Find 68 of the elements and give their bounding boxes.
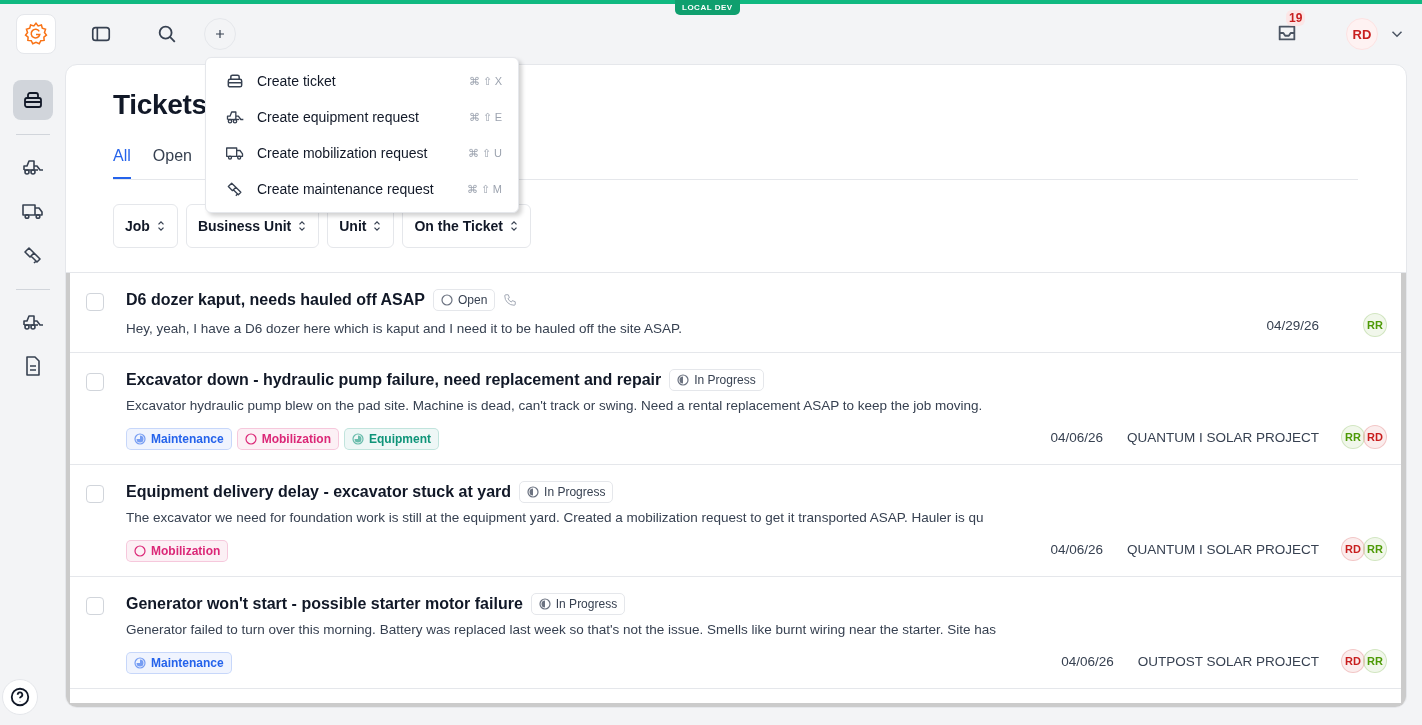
- half-circle-icon: [527, 486, 540, 498]
- keyboard-shortcut: ⌘ ⇧ X: [468, 74, 502, 88]
- environment-badge: LOCAL DEV: [675, 0, 740, 15]
- ticket-date: 04/29/26: [1266, 317, 1319, 333]
- sort-arrows-icon: [508, 219, 519, 233]
- status-badge: In Progress: [530, 593, 626, 615]
- sort-arrows-icon: [297, 219, 308, 233]
- checkbox[interactable]: [86, 597, 104, 615]
- menu-item[interactable]: Create mobilization request ⌘ ⇧ U: [206, 135, 518, 171]
- keyboard-shortcut: ⌘ ⇧ E: [468, 110, 502, 124]
- menu-item[interactable]: Create equipment request ⌘ ⇧ E: [206, 99, 518, 135]
- status-badge: Open: [433, 289, 496, 311]
- status-badge: In Progress: [669, 369, 764, 391]
- ticket-date: 04/06/26: [1050, 429, 1103, 445]
- ticket-title[interactable]: Equipment delivery delay - excavator stuck at yard: [126, 483, 512, 501]
- sort-arrows-icon: [155, 219, 166, 233]
- keyboard-shortcut: ⌘ ⇧ U: [467, 146, 502, 160]
- ticket-title[interactable]: Excavator down - hydraulic pump failure, need replacement and repair: [126, 371, 662, 389]
- ticket-date: 04/06/26: [1050, 541, 1103, 557]
- ticket-date: 04/06/26: [1061, 653, 1114, 669]
- category-tag: Mobilization: [126, 540, 229, 562]
- empty-circle-icon: [441, 294, 453, 306]
- circle-icon: [134, 545, 146, 557]
- help-button[interactable]: [1, 679, 38, 715]
- assignee-avatar: RR: [1341, 425, 1365, 449]
- pie-icon: [352, 433, 364, 445]
- question-mark-icon: [8, 686, 31, 708]
- menu-item[interactable]: Create ticket ⌘ ⇧ X: [206, 63, 518, 99]
- half-circle-icon: [538, 598, 551, 610]
- assignee-avatar: RR: [1363, 537, 1387, 561]
- user-avatar[interactable]: RD: [1346, 18, 1378, 50]
- assignee-avatar: RD: [1341, 649, 1365, 673]
- notification-count: 19: [1286, 10, 1306, 26]
- checkbox[interactable]: [86, 293, 104, 311]
- category-tag: Mobilization: [236, 428, 339, 450]
- tab[interactable]: All: [113, 139, 131, 179]
- tray-icon: [225, 71, 245, 91]
- project-name: OUTPOST SOLAR PROJECT: [1137, 653, 1319, 669]
- pie-icon: [134, 657, 146, 669]
- checkbox[interactable]: [86, 373, 104, 391]
- assignee-avatar: RD: [1363, 425, 1387, 449]
- assignee-avatar: RR: [1363, 313, 1387, 337]
- assignee-avatar: RD: [1341, 537, 1365, 561]
- menu-item[interactable]: Create maintenance request ⌘ ⇧ M: [206, 171, 518, 207]
- nav-item[interactable]: [12, 80, 53, 120]
- page-title: Tickets: [113, 89, 207, 122]
- ticket-description: Generator failed to turn over this morning. Battery was replaced last week so that's not the issue. Smells like burnt wiring near the starter. Site has: [126, 621, 997, 639]
- ticket-description: Excavator hydraulic pump blew on the pad site. Machine is dead, can't track or swing. Need a rental replacement ASAP to keep the job moving.: [126, 397, 984, 415]
- category-tag: Maintenance: [126, 428, 232, 450]
- category-tag: Equipment: [344, 428, 439, 450]
- ticket-title[interactable]: D6 dozer kaput, needs hauled off ASAP: [126, 291, 425, 309]
- pie-icon: [134, 433, 146, 445]
- tab[interactable]: Open: [152, 139, 192, 179]
- project-name: QUANTUM I SOLAR PROJECT: [1126, 541, 1319, 557]
- ticket-description: The excavator we need for foundation work is still at the equipment yard. Created a mobilization request to get it transported ASAP. Hauler is qu: [126, 509, 985, 527]
- category-tag: Maintenance: [126, 652, 232, 674]
- filter-dropdown[interactable]: Job: [113, 204, 178, 248]
- circle-icon: [244, 433, 257, 445]
- sort-arrows-icon: [372, 219, 383, 233]
- ticket-title[interactable]: Generator won't start - possible starter motor failure: [126, 595, 523, 613]
- status-badge: In Progress: [519, 481, 614, 503]
- keyboard-shortcut: ⌘ ⇧ M: [466, 182, 502, 196]
- checkbox[interactable]: [86, 485, 104, 503]
- logo-icon[interactable]: [16, 14, 56, 54]
- half-circle-icon: [677, 374, 690, 386]
- ticket-description: Hey, yeah, I have a D6 dozer here which is kaput and I need it to be hauled off the site ASAP.: [126, 320, 684, 338]
- assignee-avatar: RR: [1363, 649, 1387, 673]
- project-name: QUANTUM I SOLAR PROJECT: [1126, 429, 1319, 445]
